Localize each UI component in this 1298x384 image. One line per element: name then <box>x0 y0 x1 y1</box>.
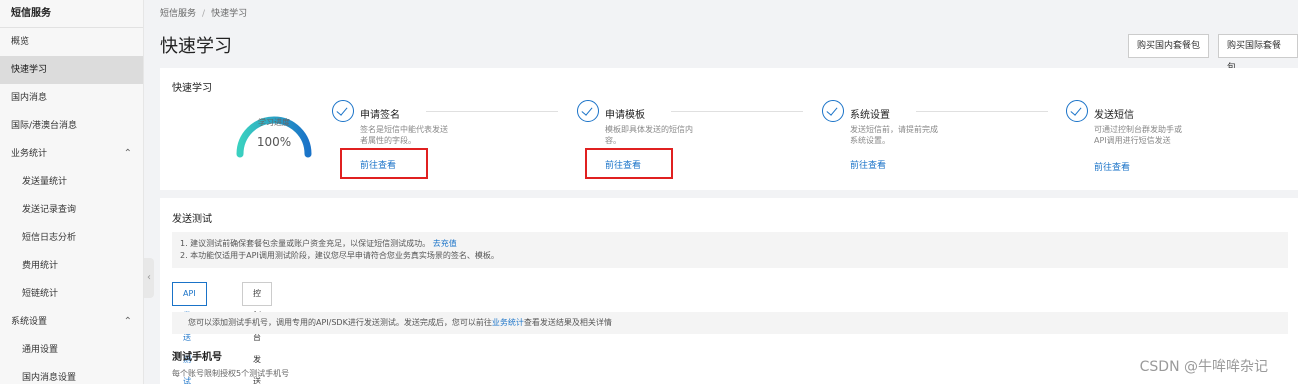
sidebar-item-log-analysis[interactable]: 短信日志分析 <box>0 224 143 252</box>
info-text: 查看发送结果及相关详情 <box>523 318 612 327</box>
notice-line: 1. 建议测试前确保套餐包余量或账户资金充足，以保证短信测试成功。 去充值 <box>180 238 1280 250</box>
sidebar-item-send-volume[interactable]: 发送量统计 <box>0 168 143 196</box>
breadcrumb-current: 快速学习 <box>211 9 248 19</box>
test-phone-hint: 每个账号限制授权5个测试手机号 <box>172 369 290 378</box>
breadcrumb-separator: / <box>202 9 206 19</box>
progress-label: 学习进度 <box>258 118 290 127</box>
step-description: 可通过控制台群发助手或API调用进行短信发送 <box>1094 125 1182 145</box>
sidebar-item-send-records[interactable]: 发送记录查询 <box>0 196 143 224</box>
sidebar-item-label: 系统设置 <box>11 317 48 327</box>
chevron-up-icon: ⌃ <box>123 148 132 159</box>
watermark: CSDN @牛哞哞杂记 <box>1139 359 1268 375</box>
progress-gauge <box>236 116 312 158</box>
test-phone-title: 测试手机号 <box>172 352 222 363</box>
highlight-box <box>340 148 428 179</box>
quick-learn-title: 快速学习 <box>172 83 212 94</box>
sidebar-item-label: 国内消息 <box>11 93 48 103</box>
check-circle-icon <box>577 100 599 122</box>
sidebar-group-business-stats[interactable]: 业务统计 ⌃ <box>0 140 143 168</box>
step-description: 签名是短信中能代表发送者属性的字段。 <box>360 125 448 145</box>
buy-international-package-button[interactable]: 购买国际套餐包 <box>1218 34 1298 73</box>
progress-value: 100% <box>256 135 292 149</box>
sidebar-item-shortlink-stats[interactable]: 短链统计 <box>0 280 143 308</box>
sidebar-item-international[interactable]: 国际/港澳台消息 <box>0 112 143 140</box>
step-title: 申请模板 <box>605 110 645 121</box>
step-connector <box>671 111 803 112</box>
breadcrumb-root[interactable]: 短信服务 <box>160 9 196 19</box>
sidebar-item-label: 概览 <box>11 37 30 47</box>
recharge-link[interactable]: 去充值 <box>433 239 457 248</box>
tab-api-send-test[interactable]: API发送测试 <box>172 282 207 384</box>
step-description: 发送短信前，请提前完成系统设置。 <box>850 125 938 145</box>
step-view-link[interactable]: 前往查看 <box>850 158 886 171</box>
step-view-link[interactable]: 前往查看 <box>1094 160 1130 173</box>
sidebar-item-overview[interactable]: 概览 <box>0 28 143 56</box>
info-text: 您可以添加测试手机号，调用专用的API/SDK进行发送测试。发送完成后，您可以前… <box>188 318 492 327</box>
chevron-up-icon: ⌃ <box>123 316 132 327</box>
step-apply-signature: 申请签名 签名是短信中能代表发送者属性的字段。 前往查看 <box>332 100 577 180</box>
step-send-sms: 发送短信 可通过控制台群发助手或API调用进行短信发送 前往查看 <box>1066 100 1298 180</box>
notice-box: 1. 建议测试前确保套餐包余量或账户资金充足，以保证短信测试成功。 去充值 2.… <box>172 232 1288 268</box>
tab-console-send-test[interactable]: 控制台发送测试 <box>242 282 272 384</box>
sidebar-title: 短信服务 <box>0 0 143 28</box>
check-circle-icon <box>332 100 354 122</box>
buy-domestic-package-button[interactable]: 购买国内套餐包 <box>1128 34 1210 58</box>
step-title: 系统设置 <box>850 110 890 121</box>
page-title: 快速学习 <box>160 36 232 57</box>
sidebar-item-label: 费用统计 <box>22 261 59 271</box>
main-content: 短信服务 / 快速学习 快速学习 购买国内套餐包 购买国际套餐包 快速学习 学习进度… <box>144 0 1298 384</box>
sidebar-item-domestic[interactable]: 国内消息 <box>0 84 143 112</box>
sidebar-item-label: 短链统计 <box>22 289 59 299</box>
step-title: 申请签名 <box>360 110 400 121</box>
sidebar-item-label: 短信日志分析 <box>22 233 77 243</box>
sidebar-item-label: 通用设置 <box>22 345 59 355</box>
sidebar-group-system-settings[interactable]: 系统设置 ⌃ <box>0 308 143 336</box>
step-description: 模板即具体发送的短信内容。 <box>605 125 693 145</box>
check-circle-icon <box>822 100 844 122</box>
sidebar-item-general-settings[interactable]: 通用设置 <box>0 336 143 364</box>
sidebar-item-label: 快速学习 <box>11 65 48 75</box>
highlight-box <box>585 148 673 179</box>
check-circle-icon <box>1066 100 1088 122</box>
sidebar-item-quick-learn[interactable]: 快速学习 <box>0 56 143 84</box>
breadcrumb: 短信服务 / 快速学习 <box>160 6 247 19</box>
send-test-card: 发送测试 1. 建议测试前确保套餐包余量或账户资金充足，以保证短信测试成功。 去… <box>160 198 1298 384</box>
sidebar-item-domestic-settings[interactable]: 国内消息设置 <box>0 364 143 384</box>
sidebar-item-label: 国内消息设置 <box>22 373 77 383</box>
notice-line: 2. 本功能仅适用于API调用测试阶段，建议您尽早申请符合您业务真实场景的签名、… <box>180 251 499 260</box>
step-connector <box>426 111 558 112</box>
step-connector <box>916 111 1048 112</box>
send-test-title: 发送测试 <box>172 214 212 225</box>
notice-text: 1. 建议测试前确保套餐包余量或账户资金充足，以保证短信测试成功。 <box>180 239 431 248</box>
sidebar-item-label: 发送记录查询 <box>22 205 77 215</box>
step-title: 发送短信 <box>1094 110 1134 121</box>
info-bar: 您可以添加测试手机号，调用专用的API/SDK进行发送测试。发送完成后，您可以前… <box>172 312 1288 334</box>
business-stats-link[interactable]: 业务统计 <box>492 318 524 327</box>
sidebar-item-label: 国际/港澳台消息 <box>11 121 78 131</box>
sidebar-item-cost-stats[interactable]: 费用统计 <box>0 252 143 280</box>
sidebar-item-label: 发送量统计 <box>22 177 68 187</box>
quick-learn-card: 快速学习 学习进度 100% 申请签名 签名是短信中能代表发送者属性的字段。 前… <box>160 68 1298 190</box>
sidebar-item-label: 业务统计 <box>11 149 48 159</box>
step-system-settings: 系统设置 发送短信前，请提前完成系统设置。 前往查看 <box>822 100 1067 180</box>
sidebar: 短信服务 概览 快速学习 国内消息 国际/港澳台消息 业务统计 ⌃ 发送量统计 发… <box>0 0 144 384</box>
step-apply-template: 申请模板 模板即具体发送的短信内容。 前往查看 <box>577 100 822 180</box>
